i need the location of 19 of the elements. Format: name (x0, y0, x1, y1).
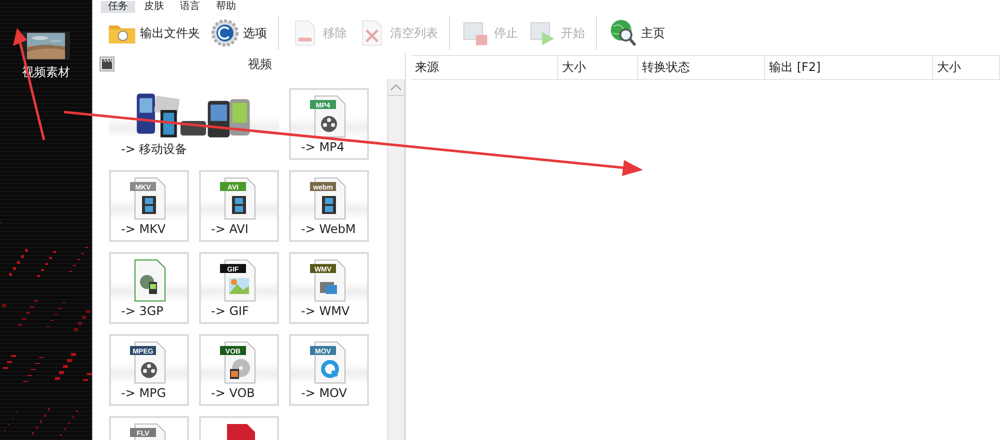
column-header[interactable]: 大小 (933, 56, 1000, 79)
toolbar-button[interactable]: 主页 (604, 16, 669, 50)
menu-item[interactable]: 皮肤 (137, 1, 171, 13)
toolbar-button[interactable]: 选项 (206, 16, 271, 50)
toolbar-button[interactable]: 输出文件夹 (103, 16, 204, 50)
menu-item[interactable]: 帮助 (209, 1, 243, 13)
globe-search-icon (608, 18, 638, 48)
column-header[interactable]: 转换状态 (638, 56, 765, 79)
caret-up-icon (389, 82, 403, 92)
convert-option[interactable]: -> 3GP (109, 252, 189, 324)
settings-icon (210, 18, 240, 48)
menu-item[interactable]: 语言 (173, 1, 207, 13)
column-header[interactable]: 输出 [F2] (765, 56, 933, 79)
column-header[interactable]: 来源 (411, 56, 558, 79)
scrollbar[interactable] (387, 79, 405, 440)
column-header[interactable]: 大小 (558, 56, 638, 79)
menu-item[interactable]: 任务 (101, 1, 135, 13)
clapperboard-icon (99, 56, 115, 72)
panel-title: 视频 (247, 56, 273, 72)
